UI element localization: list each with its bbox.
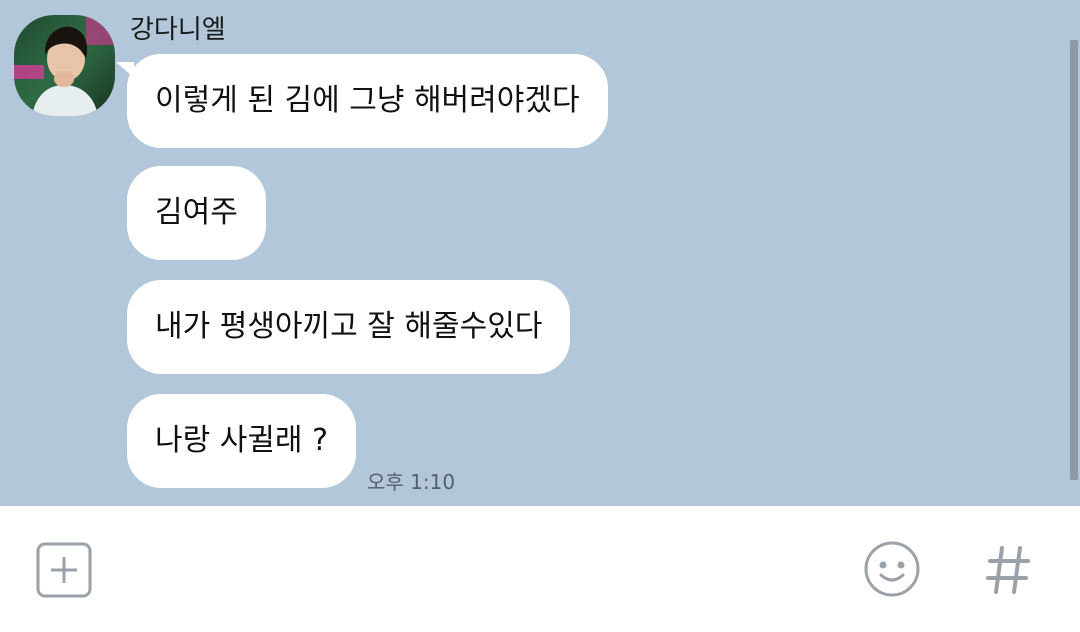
message-bubble[interactable]: 나랑 사귈래 ? [127, 394, 356, 488]
message-timestamp: 오후 1:10 [367, 470, 456, 494]
scrollbar[interactable] [1070, 40, 1078, 480]
message-bubble[interactable]: 김여주 [127, 166, 266, 260]
hashtag-icon [986, 546, 1030, 594]
add-button[interactable] [36, 542, 92, 598]
input-bar [0, 506, 1080, 632]
message-bubble[interactable]: 이렇게 된 김에 그냥 해버려야겠다 [127, 54, 608, 148]
plus-icon [36, 542, 92, 598]
emoji-icon [864, 541, 920, 597]
hashtag-button[interactable] [984, 544, 1034, 596]
avatar[interactable] [14, 15, 115, 116]
chat-area[interactable]: 강다니엘 이렇게 된 김에 그냥 해버려야겠다 김여주 내가 평생아끼고 잘 해… [0, 0, 1080, 506]
message-bubble[interactable]: 내가 평생아끼고 잘 해줄수있다 [127, 280, 571, 374]
emoji-button[interactable] [863, 540, 921, 598]
sender-name: 강다니엘 [130, 15, 226, 45]
